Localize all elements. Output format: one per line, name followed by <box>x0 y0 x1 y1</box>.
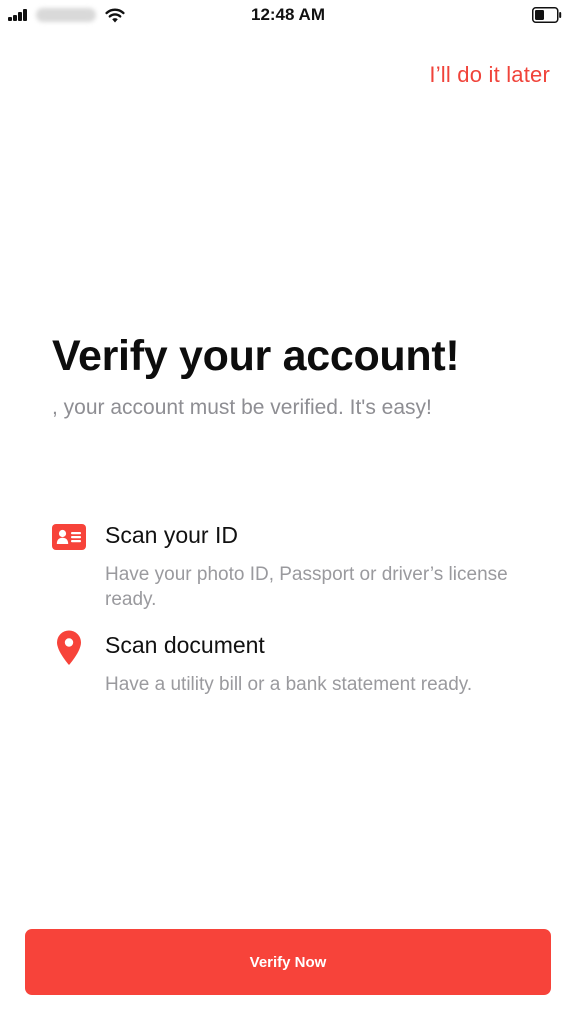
location-pin-icon <box>57 630 81 665</box>
step-title: Scan document <box>105 632 265 658</box>
id-card-icon <box>52 524 86 550</box>
status-time: 12:48 AM <box>250 5 325 24</box>
page-subtitle: , your account must be verified. It's ea… <box>52 396 432 419</box>
step-description: Have your photo ID, Passport or driver’s… <box>105 564 508 610</box>
status-bar: 12:48 AM <box>0 0 576 32</box>
step-description: Have a utility bill or a bank statement … <box>105 674 473 695</box>
verify-now-button[interactable]: Verify Now <box>25 929 551 995</box>
page-title: Verify your account! <box>52 332 460 380</box>
step-title: Scan your ID <box>105 522 238 548</box>
battery-icon <box>532 7 562 23</box>
skip-later-link[interactable]: I’ll do it later <box>429 62 550 88</box>
